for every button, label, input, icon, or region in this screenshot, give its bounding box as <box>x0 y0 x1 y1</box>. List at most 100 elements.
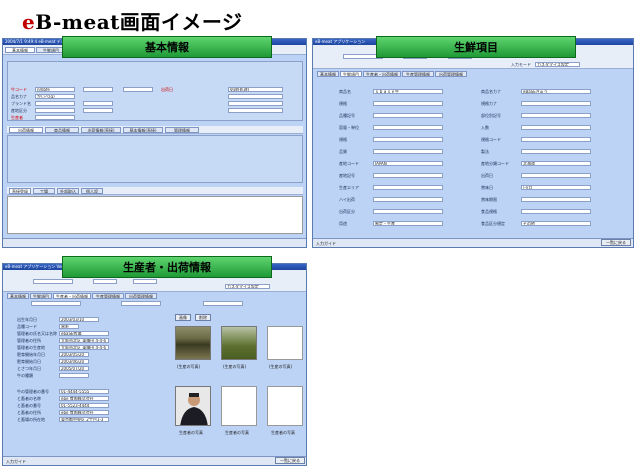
field-input[interactable]: JAPAN <box>373 161 443 166</box>
section-label-producer: 生産者・出荷情報 <box>62 256 272 278</box>
field-label: 規格 <box>339 137 347 142</box>
lot-input[interactable] <box>203 301 243 306</box>
field-input[interactable] <box>521 209 591 214</box>
field-input[interactable] <box>373 185 443 190</box>
photo-slot[interactable] <box>267 326 303 360</box>
image-button[interactable]: 画像 <box>175 314 191 321</box>
grid-tab[interactable]: 直接登録 <box>9 188 31 194</box>
field-input[interactable] <box>228 101 283 106</box>
delete-button[interactable]: 削除 <box>195 314 211 321</box>
mode-select[interactable]: カスタマイズ設定 <box>535 62 580 67</box>
field-input[interactable]: ebe 食肉株式会社 <box>59 396 109 401</box>
tab-shipping[interactable]: 出荷管理情報 <box>435 71 467 77</box>
field-input[interactable] <box>373 173 443 178</box>
field-input[interactable] <box>521 113 591 118</box>
search-input[interactable] <box>33 279 73 284</box>
field-input[interactable]: 処理(処理) <box>228 87 283 92</box>
farm-photo[interactable] <box>175 326 211 360</box>
field-input[interactable]: 大阪市北区 東梅田 4-4-6 <box>59 345 109 350</box>
field-label: 出荷区分 <box>339 209 355 214</box>
field-input[interactable] <box>123 87 153 92</box>
photo-slot[interactable] <box>267 386 303 426</box>
field-input[interactable] <box>521 101 591 106</box>
sub-tab[interactable]: 商品情報 <box>45 127 79 133</box>
field-input[interactable]: その他 <box>521 221 591 226</box>
tab-fresh[interactable]: 生鮮項目 <box>30 293 52 299</box>
photo-slot[interactable] <box>221 386 257 426</box>
field-label: 管理者の氏名又は名称 <box>17 331 57 336</box>
field-input[interactable] <box>35 115 75 120</box>
grid-tab[interactable]: 外部取込 <box>57 188 79 194</box>
field-input[interactable] <box>228 108 283 113</box>
field-input[interactable]: ｓｂａｓｅ牛 <box>373 89 443 94</box>
field-label: 用途 <box>339 221 347 226</box>
field-input[interactable]: 北海道 <box>521 161 591 166</box>
barcode-input[interactable] <box>31 301 81 306</box>
field-input[interactable] <box>228 94 283 99</box>
field-photo[interactable] <box>221 326 257 360</box>
field-input[interactable] <box>373 113 443 118</box>
field-input[interactable]: 日/月 <box>521 185 591 190</box>
field-input[interactable]: 01-4444-5555 <box>59 389 109 394</box>
field-input[interactable]: ebe 食肉株式会社 <box>59 410 109 415</box>
field-input[interactable]: 2003/03/10 <box>59 317 99 322</box>
field-input[interactable] <box>373 137 443 142</box>
sub-tab[interactable]: 出荷情報(直接) <box>81 127 121 133</box>
field-input[interactable] <box>521 149 591 154</box>
field-input[interactable]: nmbfe <box>35 87 75 92</box>
field-label: 製法 <box>481 149 489 154</box>
field-input[interactable]: ebaSE牧場 <box>59 331 109 336</box>
field-input[interactable]: eBaSEぎゅう <box>521 89 591 94</box>
field-input[interactable] <box>83 87 113 92</box>
field-label: 管理者の住所 <box>17 338 41 343</box>
field-input[interactable] <box>521 125 591 130</box>
tab-shipping[interactable]: 出荷管理情報 <box>125 293 157 299</box>
field-input[interactable]: 黒毛 <box>59 324 79 329</box>
field-input[interactable]: 大阪市北区 東梅田 4-4-6 <box>59 338 109 343</box>
field-input[interactable] <box>35 101 75 106</box>
tab-producer[interactable]: 生産者・出荷情報 <box>363 71 401 77</box>
field-input[interactable] <box>35 108 75 113</box>
grid-tab[interactable]: 個人設 <box>81 188 103 194</box>
field-input[interactable] <box>373 149 443 154</box>
sub-tab[interactable]: 基本情報(直接) <box>123 127 163 133</box>
field-input[interactable] <box>83 108 113 113</box>
field-input[interactable]: 01-5523-4444 <box>59 403 109 408</box>
field-input[interactable] <box>373 209 443 214</box>
tab-basic[interactable]: 基本情報 <box>317 71 339 77</box>
field-input[interactable]: 制定・生産 <box>373 221 443 226</box>
back-to-list-button[interactable]: 一覧に戻る <box>275 457 305 464</box>
grid-tab[interactable]: 工場 <box>33 188 55 194</box>
field-label: 産地区分 <box>11 108 27 113</box>
field-input[interactable]: 2003/05/20 <box>59 352 89 357</box>
tab-production[interactable]: 生産管理情報 <box>92 293 124 299</box>
tab-fresh[interactable]: 生鮮項目 <box>340 71 362 77</box>
window-fresh-items: eB-meat アプリケーション 入力モード カスタマイズ設定 基本情報 生鮮項… <box>312 38 634 248</box>
lot-input[interactable] <box>121 301 161 306</box>
field-input[interactable] <box>373 125 443 130</box>
tab-basic[interactable]: 基本情報 <box>5 47 35 53</box>
field-input[interactable] <box>373 197 443 202</box>
field-input[interactable] <box>521 137 591 142</box>
field-input[interactable]: かいべ(g) <box>35 94 75 99</box>
field-label: 産地記号 <box>339 173 355 178</box>
field-input[interactable]: 2003/06/20 <box>59 359 89 364</box>
field-input[interactable] <box>521 197 591 202</box>
date-input[interactable] <box>133 279 157 284</box>
tab-basic[interactable]: 基本情報 <box>7 293 29 299</box>
tab-producer[interactable]: 生産者・出荷情報 <box>53 293 91 299</box>
sub-tab[interactable]: 管理情報 <box>165 127 199 133</box>
producer-photo[interactable] <box>175 386 211 426</box>
field-input[interactable] <box>59 373 89 378</box>
tab-production[interactable]: 生産管理情報 <box>402 71 434 77</box>
date-input[interactable] <box>93 279 117 284</box>
field-input[interactable]: 東京都中央区 2丁目1-3 <box>59 417 109 422</box>
field-input[interactable]: 2005/07/20 <box>59 366 89 371</box>
field-label: 肥育開始年月日 <box>17 352 45 357</box>
mode-select[interactable]: カスタマイズ設定 <box>225 284 270 289</box>
field-input[interactable] <box>83 101 113 106</box>
field-input[interactable] <box>373 101 443 106</box>
sub-tab[interactable]: 出荷情報 <box>9 127 43 133</box>
field-input[interactable] <box>521 173 591 178</box>
back-to-list-button[interactable]: 一覧に戻る <box>601 239 631 246</box>
